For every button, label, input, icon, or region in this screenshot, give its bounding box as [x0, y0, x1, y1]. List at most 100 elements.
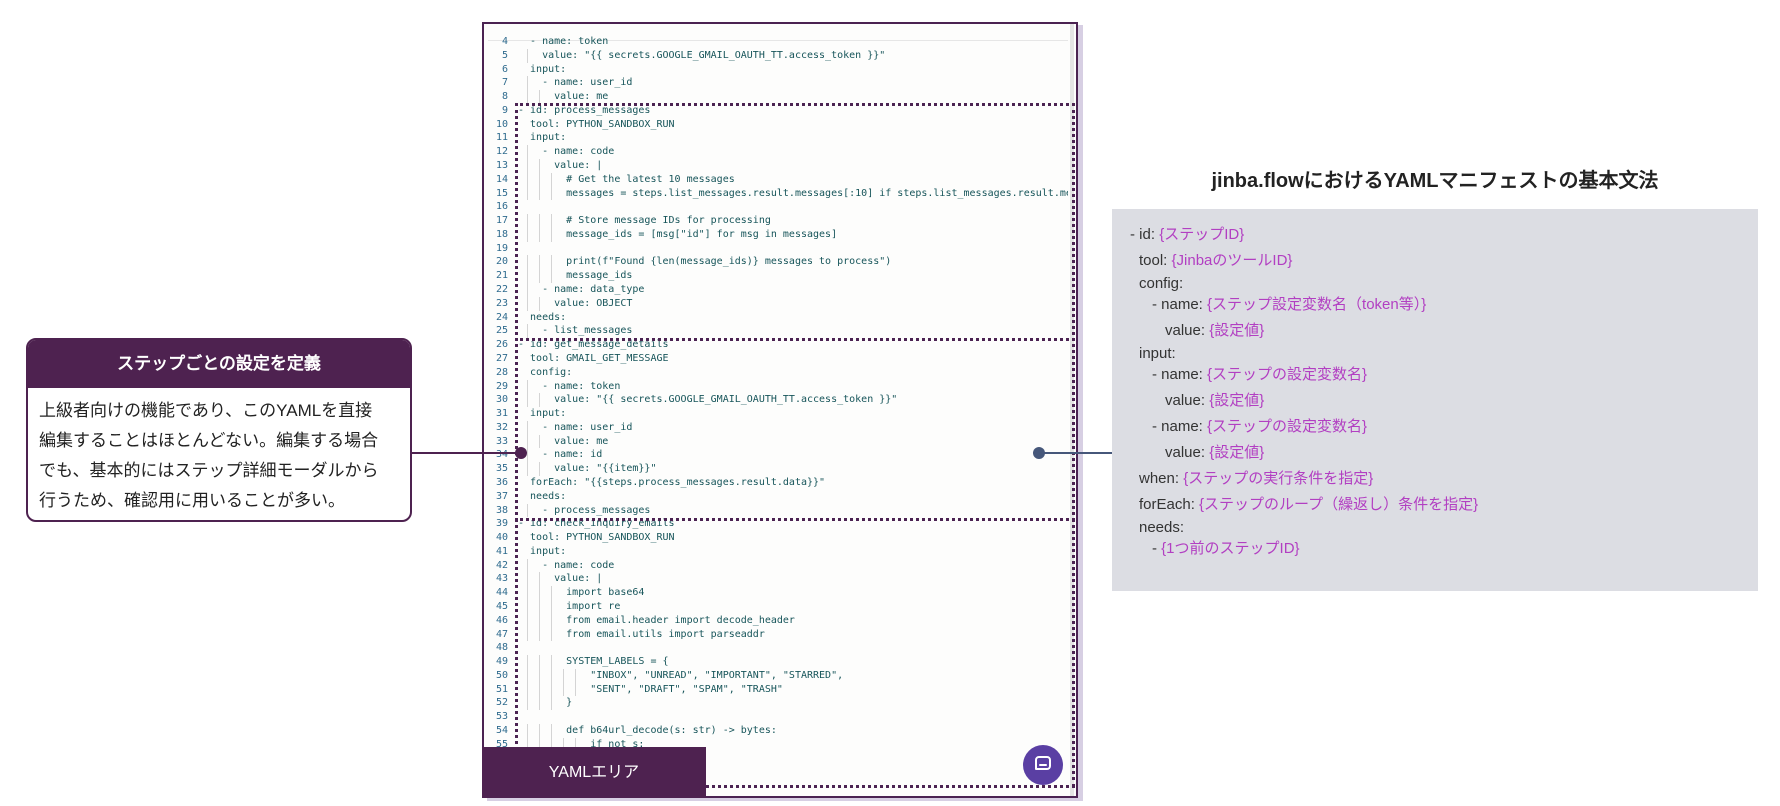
- code-line[interactable]: 19: [484, 242, 1068, 256]
- syntax-line: input:: [1139, 345, 1176, 362]
- code-line[interactable]: 45 import re: [484, 599, 1068, 614]
- code-line[interactable]: 23 value: OBJECT: [484, 296, 1068, 311]
- indent-guide: [539, 627, 541, 642]
- code-text: "SENT", "DRAFT", "SPAM", "TRASH": [518, 683, 783, 695]
- code-line[interactable]: 43 value: |: [484, 572, 1068, 587]
- code-line[interactable]: 51 "SENT", "DRAFT", "SPAM", "TRASH": [484, 682, 1068, 697]
- indent-guide: [527, 186, 529, 201]
- editor-scrollbar[interactable]: [1070, 24, 1074, 796]
- code-text: value: OBJECT: [518, 297, 633, 309]
- syntax-value-placeholder: {ステップのループ（繰返し）条件を指定}: [1199, 496, 1479, 513]
- code-line[interactable]: 7 - name: user_id: [484, 76, 1068, 91]
- code-text: messages = steps.list_messages.result.me…: [566, 187, 1068, 199]
- line-number: 46: [495, 614, 508, 626]
- code-text: input:: [518, 545, 567, 557]
- code-line[interactable]: 4 - name: token: [484, 35, 1068, 49]
- code-line[interactable]: 24 needs:: [484, 311, 1068, 325]
- code-line[interactable]: 54 def b64url_decode(s: str) -> bytes:: [484, 724, 1068, 738]
- left-connector-dot: [515, 447, 527, 459]
- code-line[interactable]: 40 tool: PYTHON_SANDBOX_RUN: [484, 531, 1068, 545]
- callout-body-line: 行うため、確認用に用いることが多い。: [39, 491, 345, 510]
- code-line[interactable]: 39 - id: check_inquiry_emails: [484, 517, 1068, 531]
- code-text: # Get the latest 10 messages: [518, 173, 735, 185]
- code-text: value: "{{ secrets.GOOGLE_GMAIL_OAUTH_TT…: [518, 49, 886, 61]
- code-text: config:: [518, 366, 573, 378]
- indent-guide: [527, 393, 529, 408]
- indent-guide: [539, 682, 541, 697]
- left-connector-line: [412, 452, 520, 454]
- code-text: value: |: [518, 573, 603, 585]
- code-line[interactable]: 20 print(f"Found {len(message_ids)} mess…: [484, 255, 1068, 270]
- code-line[interactable]: 8 value: me: [484, 90, 1068, 104]
- code-line[interactable]: 49 SYSTEM_LABELS = {: [484, 655, 1068, 669]
- line-number: 38: [495, 504, 508, 516]
- code-line[interactable]: 21 message_ids: [484, 269, 1068, 284]
- code-line[interactable]: 52 }: [484, 696, 1068, 711]
- line-number: 39: [495, 518, 508, 530]
- code-line[interactable]: 5 value: "{{ secrets.GOOGLE_GMAIL_OAUTH_…: [484, 48, 1068, 63]
- line-number: 7: [501, 77, 508, 89]
- callout-body-line: 上級者向けの機能であり、このYAMLを直接: [39, 401, 373, 420]
- code-line[interactable]: 10 tool: PYTHON_SANDBOX_RUN: [484, 118, 1068, 132]
- code-line[interactable]: 25 - list_messages: [484, 324, 1068, 339]
- syntax-value-placeholder: {ステップ設定変数名（token等）}: [1207, 296, 1427, 313]
- code-text: - name: token: [518, 380, 621, 392]
- code-text: print(f"Found {len(message_ids)} message…: [518, 256, 892, 268]
- syntax-line: - name: {ステップ設定変数名（token等）}: [1152, 293, 1426, 314]
- chat-button[interactable]: [1023, 745, 1063, 785]
- code-line[interactable]: 37 needs:: [484, 490, 1068, 504]
- indent-guide: [539, 613, 541, 628]
- code-line[interactable]: 18 message_ids = [msg["id"] for msg in m…: [484, 227, 1068, 242]
- code-line[interactable]: 46 from email.header import decode_heade…: [484, 613, 1068, 628]
- code-line[interactable]: 6 input:: [484, 63, 1068, 77]
- indent-guide: [551, 599, 553, 614]
- code-line[interactable]: 29 - name: token: [484, 379, 1068, 394]
- code-line[interactable]: 16: [484, 200, 1068, 214]
- code-line[interactable]: 12 - name: code: [484, 145, 1068, 159]
- code-line[interactable]: 33 value: me: [484, 434, 1068, 449]
- code-line[interactable]: 35 value: "{{item}}": [484, 462, 1068, 476]
- indent-guide: [551, 724, 553, 738]
- code-line[interactable]: 34 - name: id: [484, 448, 1068, 463]
- code-text: value: |: [518, 160, 603, 172]
- indent-guide: [527, 572, 529, 587]
- code-line[interactable]: 22 - name: data_type: [484, 283, 1068, 297]
- code-line[interactable]: 26 - id: get_message_details: [484, 338, 1068, 352]
- code-line[interactable]: 42 - name: code: [484, 558, 1068, 573]
- code-line[interactable]: 50 "INBOX", "UNREAD", "IMPORTANT", "STAR…: [484, 668, 1068, 683]
- code-line[interactable]: 32 - name: user_id: [484, 420, 1068, 435]
- code-line[interactable]: 14 # Get the latest 10 messages: [484, 172, 1068, 187]
- code-text: - id: process_messages: [518, 104, 651, 116]
- code-text: input:: [518, 63, 567, 75]
- line-number: 35: [495, 463, 508, 475]
- indent-guide: [527, 627, 529, 642]
- code-line[interactable]: 47 from email.utils import parseaddr: [484, 627, 1068, 642]
- code-line[interactable]: 28 config:: [484, 366, 1068, 380]
- code-line[interactable]: 15 messages = steps.list_messages.result…: [484, 186, 1068, 201]
- line-number: 44: [495, 587, 508, 599]
- code-line[interactable]: 36 forEach: "{{steps.process_messages.re…: [484, 476, 1068, 490]
- code-lines[interactable]: 4 - name: token 5 value: "{{ secrets.GOOG…: [484, 35, 1068, 796]
- code-line[interactable]: 13 value: |: [484, 159, 1068, 173]
- line-number: 41: [495, 545, 508, 557]
- code-line[interactable]: 53: [484, 710, 1068, 724]
- code-line[interactable]: 44 import base64: [484, 586, 1068, 600]
- code-line[interactable]: 38 - process_messages: [484, 503, 1068, 518]
- indent-guide: [551, 613, 553, 628]
- code-line[interactable]: 9 - id: process_messages: [484, 104, 1068, 118]
- code-line[interactable]: 41 input:: [484, 545, 1068, 559]
- indent-guide: [539, 668, 541, 683]
- syntax-line: - name: {ステップの設定変数名}: [1152, 415, 1367, 436]
- code-line[interactable]: 48: [484, 641, 1068, 655]
- code-text: input:: [518, 132, 567, 144]
- code-line[interactable]: 17 # Store message IDs for processing: [484, 214, 1068, 228]
- yaml-editor[interactable]: 4 - name: token 5 value: "{{ secrets.GOOG…: [482, 22, 1078, 798]
- code-line[interactable]: 11 input:: [484, 131, 1068, 145]
- code-text: needs:: [518, 490, 567, 502]
- code-line[interactable]: 30 value: "{{ secrets.GOOGLE_GMAIL_OAUTH…: [484, 393, 1068, 408]
- indent-guide: [539, 172, 541, 187]
- code-text: tool: PYTHON_SANDBOX_RUN: [518, 118, 675, 130]
- code-line[interactable]: 31 input:: [484, 407, 1068, 421]
- code-line[interactable]: 27 tool: GMAIL_GET_MESSAGE: [484, 352, 1068, 366]
- indent-guide: [527, 420, 529, 435]
